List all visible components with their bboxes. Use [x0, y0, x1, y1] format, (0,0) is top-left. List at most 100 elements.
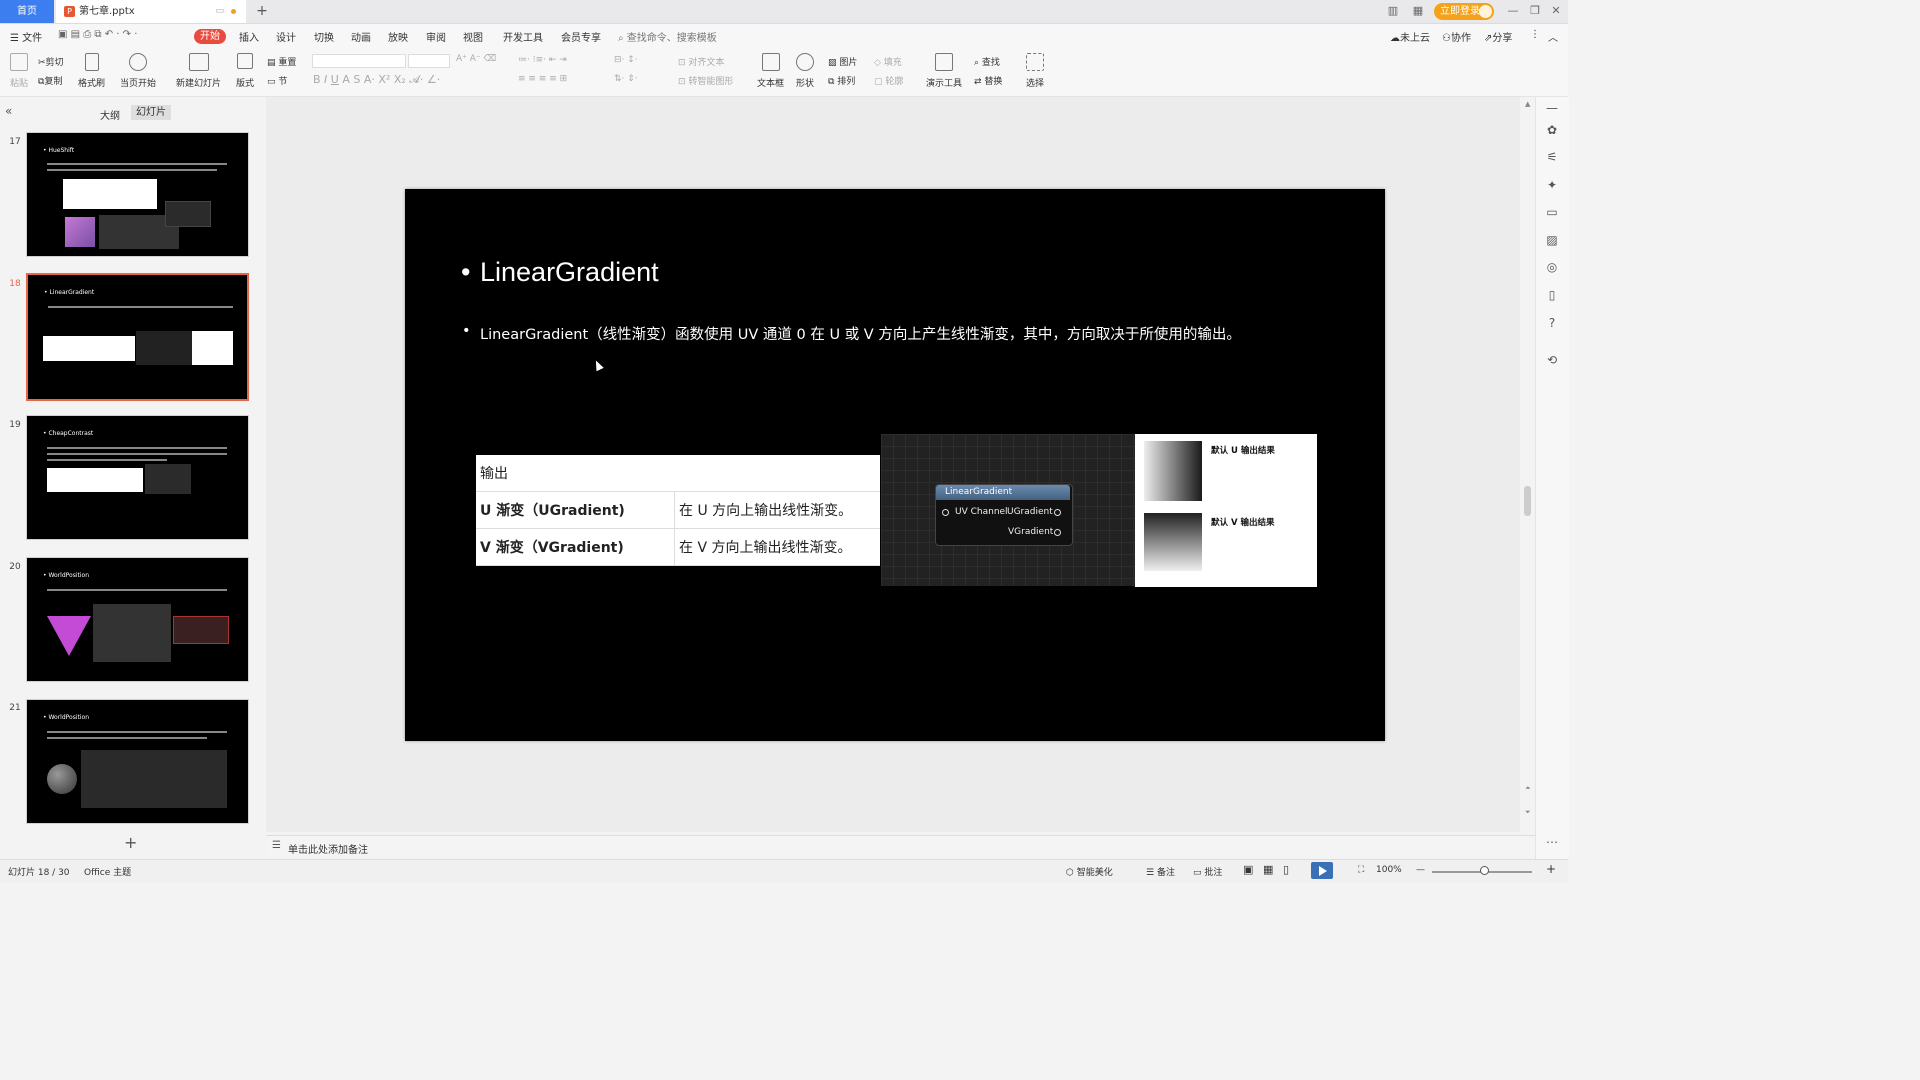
close-icon[interactable]: ✕	[1549, 4, 1563, 18]
section-button[interactable]: ▭ 节	[267, 74, 287, 87]
play-from-current-button[interactable]: 当页开始	[120, 53, 156, 89]
slides-tab[interactable]: 幻灯片	[131, 105, 171, 120]
zoom-level[interactable]: 100%	[1376, 865, 1402, 875]
tab-view[interactable]: 视图	[463, 29, 483, 44]
collapse-ribbon-icon[interactable]: ︿	[1548, 29, 1558, 44]
normal-view-icon[interactable]: ▣	[1243, 863, 1253, 876]
cut-button[interactable]: ✂剪切	[38, 55, 64, 68]
fit-window-icon[interactable]: ⛶	[1358, 865, 1364, 875]
design-icon[interactable]: ✿	[1545, 123, 1559, 137]
zoom-slider-handle[interactable]	[1480, 866, 1489, 875]
outline-button[interactable]: ▢ 轮廓	[874, 74, 903, 87]
list-icons[interactable]: ≔· ⁝≡· ⇤ ⇥	[518, 55, 567, 65]
convert-smartart-button[interactable]: ⊡ 转智能图形	[678, 74, 733, 87]
comments-toggle[interactable]: ▭ 批注	[1193, 865, 1222, 878]
align-text-button[interactable]: ⊡ 对齐文本	[678, 55, 724, 68]
shape-button[interactable]: 形状	[796, 53, 814, 89]
sidebar-collapse-icon[interactable]: —	[1545, 101, 1559, 115]
scroll-page-up-icon[interactable]: ⏶	[1525, 784, 1531, 793]
cloud-status[interactable]: ☁未上云	[1390, 29, 1430, 44]
notes-toggle[interactable]: ☰ 备注	[1146, 865, 1175, 878]
slide-thumbnail-19[interactable]: • CheapContrast	[26, 415, 249, 540]
format-painter-button[interactable]: 格式刷	[78, 53, 105, 89]
paste-button[interactable]: 粘贴	[10, 53, 28, 89]
zoom-out-icon[interactable]: —	[1416, 865, 1425, 875]
window-pin-icon[interactable]: ▭	[215, 0, 224, 23]
vertical-scrollbar[interactable]	[1524, 486, 1531, 516]
collapse-panel-icon[interactable]: «	[5, 104, 12, 118]
quick-access-toolbar[interactable]: ▣ ▤ ⎙ ⧉ ↶ · ↷ ·	[58, 29, 137, 40]
tab-member[interactable]: 会员专享	[561, 29, 601, 44]
layout-button[interactable]: 版式	[236, 53, 254, 89]
spacing-icons[interactable]: ⇅· ⇕·	[614, 74, 638, 84]
collaborate-button[interactable]: ⚇协作	[1442, 29, 1471, 44]
reading-view-icon[interactable]: ▯	[1283, 863, 1289, 876]
document-tab[interactable]: P 第七章.pptx ▭	[56, 0, 246, 23]
reset-button[interactable]: ▤ 重置	[267, 55, 296, 68]
font-size-adjust-icons[interactable]: A⁺ A⁻ ⌫	[456, 54, 496, 64]
animation-icon[interactable]: ✦	[1545, 178, 1559, 192]
tab-insert[interactable]: 插入	[239, 29, 259, 44]
share-button[interactable]: ⇗分享	[1484, 29, 1512, 44]
more-menu-icon[interactable]: ⋮	[1530, 29, 1540, 40]
more-options-icon[interactable]: ⋯	[1545, 835, 1559, 849]
tab-design[interactable]: 设计	[276, 29, 296, 44]
results-image[interactable]: 默认 U 输出结果 默认 V 输出结果	[1135, 434, 1317, 587]
restore-icon[interactable]: ❐	[1528, 4, 1542, 18]
arrange-button[interactable]: ⧉ 排列	[828, 74, 855, 87]
add-slide-button[interactable]: +	[124, 833, 137, 852]
slide-body-text[interactable]: LinearGradient（线性渐变）函数使用 UV 通道 0 在 U 或 V…	[462, 323, 1241, 344]
home-tab[interactable]: 首页	[0, 0, 54, 23]
file-menu[interactable]: ☰ 文件	[10, 29, 42, 44]
font-size-select[interactable]	[408, 54, 450, 68]
tab-developer[interactable]: 开发工具	[503, 29, 543, 44]
tab-transitions[interactable]: 切换	[314, 29, 334, 44]
tab-slideshow[interactable]: 放映	[388, 29, 408, 44]
login-button[interactable]: 立即登录	[1434, 3, 1494, 20]
tab-review[interactable]: 审阅	[426, 29, 446, 44]
present-tools-button[interactable]: 演示工具	[926, 53, 962, 89]
slide-thumbnail-20[interactable]: • WorldPosition	[26, 557, 249, 682]
slide-thumbnail-18[interactable]: • LinearGradient	[26, 273, 249, 401]
align-icons[interactable]: ≡ ≡ ≡ ≡ ⊞	[518, 74, 567, 84]
scroll-page-down-icon[interactable]: ⏷	[1525, 808, 1531, 817]
slideshow-play-button[interactable]	[1311, 862, 1333, 879]
beautify-button[interactable]: ⬡ 智能美化	[1066, 865, 1113, 878]
text-format-icons[interactable]: B I U A S A· X² X₂ 𝓐· ∠·	[313, 73, 440, 87]
properties-icon[interactable]: ⚟	[1545, 150, 1559, 164]
new-slide-button[interactable]: 新建幻灯片	[176, 53, 221, 89]
sorter-view-icon[interactable]: ▦	[1263, 863, 1273, 876]
select-button[interactable]: 选择	[1026, 53, 1044, 89]
new-tab-button[interactable]: +	[254, 0, 270, 23]
copy-button[interactable]: ⧉复制	[38, 74, 62, 87]
fill-button[interactable]: ◇ 填充	[874, 55, 902, 68]
font-family-select[interactable]	[312, 54, 406, 68]
layout-icon[interactable]: ▥	[1386, 4, 1400, 18]
picture-button[interactable]: ▨ 图片	[828, 55, 857, 68]
replace-button[interactable]: ⇄ 替换	[974, 74, 1002, 87]
slide-transition-icon[interactable]: ▭	[1545, 205, 1559, 219]
textbox-button[interactable]: 文本框	[757, 53, 784, 89]
tab-home[interactable]: 开始	[194, 29, 226, 44]
outputs-table[interactable]: 输出 U 渐变（UGradient) 在 U 方向上输出线性渐变。 V 渐变（V…	[476, 455, 880, 566]
current-slide[interactable]: LinearGradient LinearGradient（线性渐变）函数使用 …	[405, 189, 1385, 741]
grid-apps-icon[interactable]: ▦	[1411, 4, 1425, 18]
text-direction-icons[interactable]: ⊟· ↕·	[614, 55, 638, 65]
command-search[interactable]: ⌕ 查找命令、搜索模板	[618, 29, 717, 44]
node-graph-image[interactable]: LinearGradient UV Channel UGradient VGra…	[881, 434, 1135, 586]
minimize-icon[interactable]: —	[1506, 4, 1520, 18]
help-icon[interactable]: ?	[1545, 316, 1559, 330]
outline-tab[interactable]: 大纲	[100, 107, 120, 122]
book-icon[interactable]: ▯	[1545, 288, 1559, 302]
tab-animations[interactable]: 动画	[351, 29, 371, 44]
slide-thumbnail-21[interactable]: • WorldPosition	[26, 699, 249, 824]
picture-tool-icon[interactable]: ▨	[1545, 233, 1559, 247]
location-icon[interactable]: ◎	[1545, 260, 1559, 274]
notes-pane[interactable]: ☰ 单击此处添加备注	[266, 835, 1535, 858]
find-button[interactable]: ⌕ 查找	[974, 55, 1000, 68]
theme-name[interactable]: Office 主题	[84, 865, 131, 878]
slide-title[interactable]: LinearGradient	[461, 257, 659, 288]
slide-thumbnail-17[interactable]: • HueShift	[26, 132, 249, 257]
scroll-up-icon[interactable]: ▲	[1525, 100, 1530, 108]
history-icon[interactable]: ⟲	[1545, 353, 1559, 367]
